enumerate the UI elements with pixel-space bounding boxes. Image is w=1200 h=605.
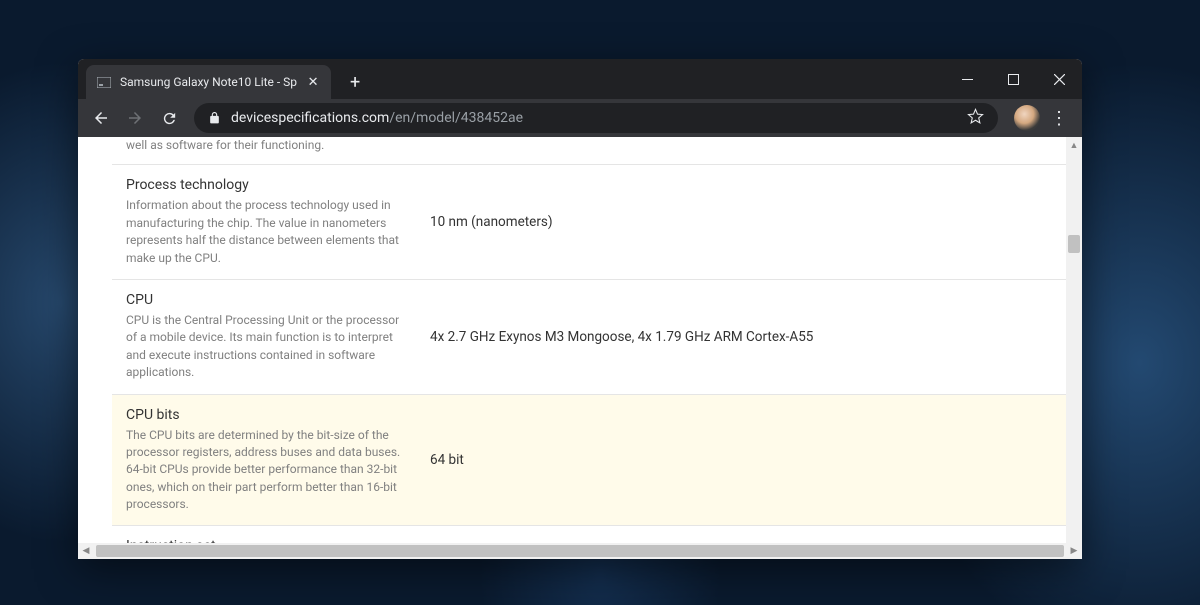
url-input[interactable]: devicespecifications.com/en/model/438452… — [194, 103, 998, 133]
spec-row: Instruction set The instruction set arch… — [112, 526, 1066, 543]
bookmark-star-icon[interactable] — [967, 108, 984, 129]
scroll-up-arrow-icon[interactable]: ▲ — [1066, 137, 1082, 153]
spec-description: CPU is the Central Processing Unit or th… — [126, 312, 402, 382]
scroll-right-arrow-icon[interactable]: ▶ — [1066, 546, 1082, 556]
spec-title: Process technology — [126, 177, 402, 193]
spec-row: Process technology Information about the… — [112, 165, 1066, 280]
close-window-button[interactable] — [1036, 64, 1082, 94]
spec-description: well as software for their functioning. — [126, 137, 402, 154]
browser-tab[interactable]: Samsung Galaxy Note10 Lite - Sp ✕ — [86, 65, 331, 99]
tab-favicon-icon — [96, 74, 112, 90]
spec-row: CPU bits The CPU bits are determined by … — [112, 395, 1066, 527]
page-content: well as software for their functioning. … — [78, 137, 1082, 543]
spec-row-partial: well as software for their functioning. — [112, 137, 1066, 165]
spec-title: CPU bits — [126, 407, 402, 423]
content-scroll-area: well as software for their functioning. … — [78, 137, 1066, 543]
vertical-scrollbar[interactable]: ▲ — [1066, 137, 1082, 543]
spec-value: 4x 2.7 GHz Exynos M3 Mongoose, 4x 1.79 G… — [422, 292, 1066, 382]
new-tab-button[interactable]: + — [341, 68, 369, 96]
window-controls — [944, 59, 1082, 99]
profile-avatar[interactable] — [1014, 105, 1040, 131]
vertical-scroll-thumb[interactable] — [1068, 235, 1080, 253]
spec-description: Information about the process technology… — [126, 197, 402, 267]
back-button[interactable] — [86, 103, 116, 133]
lock-icon — [208, 111, 221, 125]
spec-value — [422, 137, 1066, 154]
spec-row: CPU CPU is the Central Processing Unit o… — [112, 280, 1066, 395]
tab-close-icon[interactable]: ✕ — [305, 74, 321, 90]
spec-title: CPU — [126, 292, 402, 308]
browser-titlebar: Samsung Galaxy Note10 Lite - Sp ✕ + — [78, 59, 1082, 99]
browser-menu-button[interactable]: ⋮ — [1044, 103, 1074, 133]
spec-description: The CPU bits are determined by the bit-s… — [126, 427, 402, 514]
spec-value: 10 nm (nanometers) — [422, 177, 1066, 267]
scroll-left-arrow-icon[interactable]: ◀ — [78, 546, 94, 556]
browser-window: Samsung Galaxy Note10 Lite - Sp ✕ + — [78, 59, 1082, 559]
horizontal-scroll-thumb[interactable] — [96, 545, 1064, 557]
maximize-button[interactable] — [990, 64, 1036, 94]
horizontal-scrollbar[interactable]: ◀ ▶ — [78, 543, 1082, 559]
address-bar: devicespecifications.com/en/model/438452… — [78, 99, 1082, 137]
reload-button[interactable] — [154, 103, 184, 133]
spec-value: 64 bit — [422, 407, 1066, 514]
url-text: devicespecifications.com/en/model/438452… — [231, 110, 957, 126]
minimize-button[interactable] — [944, 64, 990, 94]
tab-title: Samsung Galaxy Note10 Lite - Sp — [120, 75, 297, 89]
forward-button[interactable] — [120, 103, 150, 133]
